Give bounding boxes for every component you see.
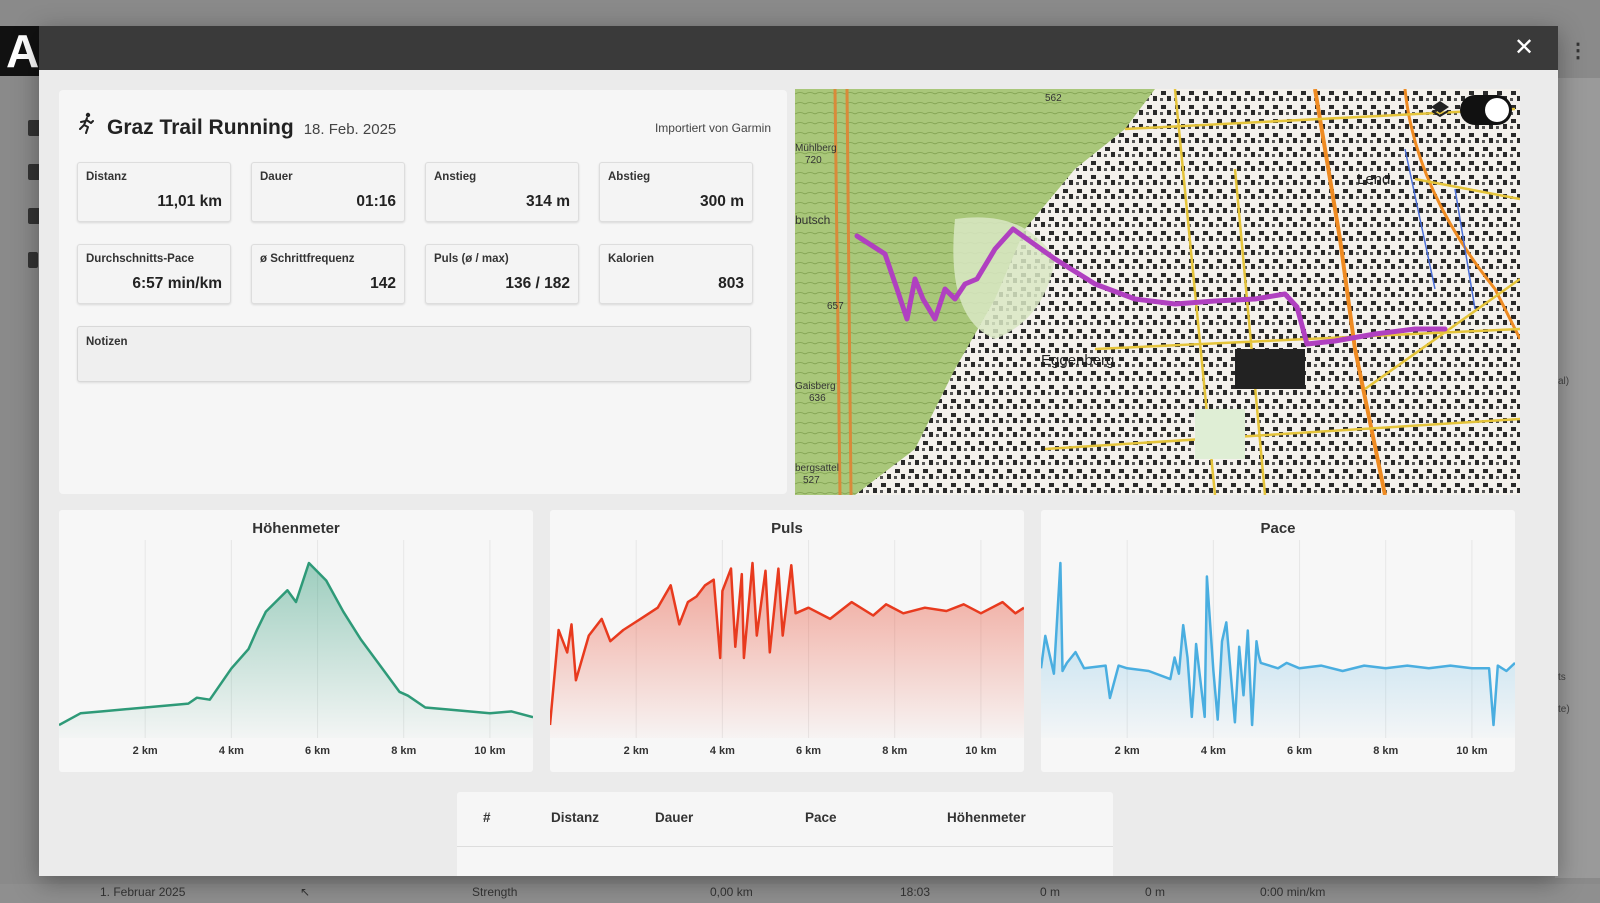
stat-label: Anstieg: [434, 171, 477, 183]
stat-label: Dauer: [260, 171, 293, 183]
stat-label: Abstieg: [608, 171, 651, 183]
stat-ascent: Anstieg 314 m: [425, 162, 579, 222]
map-label: 562: [1045, 93, 1062, 104]
stat-cadence: ø Schrittfrequenz 142: [251, 244, 405, 304]
stat-calories: Kalorien 803: [599, 244, 753, 304]
x-tick-label: 6 km: [305, 745, 330, 757]
background-text: te): [1558, 704, 1570, 715]
stat-value: 136 / 182: [505, 275, 570, 292]
heart-rate-chart: 2 km 4 km 6 km 8 km 10 km: [550, 540, 1024, 757]
activity-info-card: Graz Trail Running 18. Feb. 2025 Importi…: [59, 90, 787, 494]
stat-value: 01:16: [356, 193, 396, 210]
map-label: butsch: [795, 213, 830, 227]
stat-label: Puls (ø / max): [434, 253, 509, 265]
stat-descent: Abstieg 300 m: [599, 162, 753, 222]
import-source: Importiert von Garmin: [654, 121, 771, 135]
x-tick-label: 2 km: [1115, 745, 1140, 757]
stat-value: 803: [718, 275, 744, 292]
row-distance: 0,00 km: [710, 885, 753, 899]
map-label: 636: [809, 393, 826, 404]
stat-avg-pace: Durchschnitts-Pace 6:57 min/km: [77, 244, 231, 304]
x-tick-label: 8 km: [1373, 745, 1398, 757]
pace-chart-card: Pace 2 km 4 km 6 km 8 km 10 km: [1041, 510, 1515, 772]
row-duration: 18:03: [900, 885, 931, 899]
app-logo: A: [0, 26, 40, 76]
series-area: [1041, 563, 1515, 738]
stat-value: 6:57 min/km: [132, 275, 222, 292]
map-label: 657: [827, 301, 844, 312]
table-header-number[interactable]: #: [483, 810, 491, 825]
x-tick-label: 4 km: [710, 745, 735, 757]
table-header-pace[interactable]: Pace: [805, 810, 837, 825]
row-pace: 0:00 min/km: [1260, 885, 1326, 899]
map-label: Eggenberg: [1041, 352, 1114, 369]
x-tick-label: 2 km: [133, 745, 158, 757]
map-label: Gaisberg: [795, 381, 836, 392]
activity-date: 18. Feb. 2025: [303, 121, 397, 138]
stat-label: ø Schrittfrequenz: [260, 253, 355, 265]
map-style-toggle[interactable]: [1460, 95, 1512, 125]
row-descent: 0 m: [1145, 885, 1166, 899]
heart-rate-chart-card: Puls 2 km 4 km 6 km 8 km 10 km: [550, 510, 1024, 772]
stat-value: 11,01 km: [157, 193, 222, 210]
background-right-panel: [1555, 78, 1600, 878]
x-tick-label: 6 km: [1287, 745, 1312, 757]
x-tick-label: 8 km: [882, 745, 907, 757]
pace-chart: 2 km 4 km 6 km 8 km 10 km: [1041, 540, 1515, 757]
row-type: Strength: [472, 885, 518, 899]
row-type-icon: ↖: [300, 885, 311, 899]
stat-value: 142: [370, 275, 396, 292]
sidebar-runner-icon[interactable]: [28, 252, 38, 268]
stat-duration: Dauer 01:16: [251, 162, 405, 222]
elevation-chart: 2 km 4 km 6 km 8 km 10 km: [59, 540, 533, 757]
close-button[interactable]: ✕: [1510, 34, 1538, 62]
kebab-menu-icon[interactable]: ⋮: [1568, 38, 1588, 63]
row-ascent: 0 m: [1040, 885, 1061, 899]
map-label: Lend: [1357, 171, 1390, 188]
background-text: al): [1558, 376, 1570, 387]
x-tick-label: 10 km: [1456, 745, 1487, 757]
x-tick-label: 4 km: [219, 745, 244, 757]
x-tick-label: 2 km: [624, 745, 649, 757]
map-label: 720: [805, 155, 822, 166]
table-header-distance[interactable]: Distanz: [551, 810, 599, 825]
background-text: ts: [1558, 672, 1566, 683]
x-tick-label: 6 km: [796, 745, 821, 757]
toggle-knob: [1485, 98, 1509, 122]
map-label: bergsattel: [795, 463, 839, 474]
map-canvas[interactable]: Lend Eggenberg Mühlberg 720 Gaisberg 636…: [795, 89, 1520, 495]
stat-value: 300 m: [700, 193, 744, 210]
stat-label: Distanz: [86, 171, 127, 183]
series-area: [550, 563, 1024, 738]
stat-label: Kalorien: [608, 253, 655, 265]
stat-value: 314 m: [526, 193, 570, 210]
elevation-chart-card: Höhenmeter 2 km 4 km 6 km 8 km 10 km: [59, 510, 533, 772]
layers-icon[interactable]: [1428, 98, 1452, 122]
x-tick-label: 10 km: [474, 745, 505, 757]
activity-title-row: Graz Trail Running 18. Feb. 2025: [77, 112, 396, 140]
stat-label: Durchschnitts-Pace: [86, 253, 195, 265]
x-tick-label: 4 km: [1201, 745, 1226, 757]
row-date: 1. Februar 2025: [100, 885, 186, 899]
notes-field[interactable]: Notizen: [77, 326, 751, 382]
table-header-elevation[interactable]: Höhenmeter: [947, 810, 1026, 825]
laps-table: # Distanz Dauer Pace Höhenmeter: [457, 792, 1113, 876]
map-controls: [1428, 95, 1512, 125]
background-table-row[interactable]: 1. Februar 2025 ↖ Strength 0,00 km 18:03…: [0, 884, 1600, 903]
table-divider: [457, 846, 1113, 847]
activity-modal: ✕ Graz Trail Running 18. Feb. 2025 Impor…: [39, 26, 1558, 876]
map-label: 527: [803, 475, 820, 486]
x-tick-label: 10 km: [965, 745, 996, 757]
running-icon: [79, 112, 94, 134]
stat-heart-rate: Puls (ø / max) 136 / 182: [425, 244, 579, 304]
modal-header: ✕: [39, 26, 1558, 70]
table-header-duration[interactable]: Dauer: [655, 810, 693, 825]
route-map[interactable]: Lend Eggenberg Mühlberg 720 Gaisberg 636…: [795, 89, 1520, 495]
notes-label: Notizen: [86, 336, 128, 348]
x-tick-label: 8 km: [391, 745, 416, 757]
stat-distance: Distanz 11,01 km: [77, 162, 231, 222]
map-label: Mühlberg: [795, 143, 837, 154]
activity-title: Graz Trail Running: [107, 116, 294, 139]
